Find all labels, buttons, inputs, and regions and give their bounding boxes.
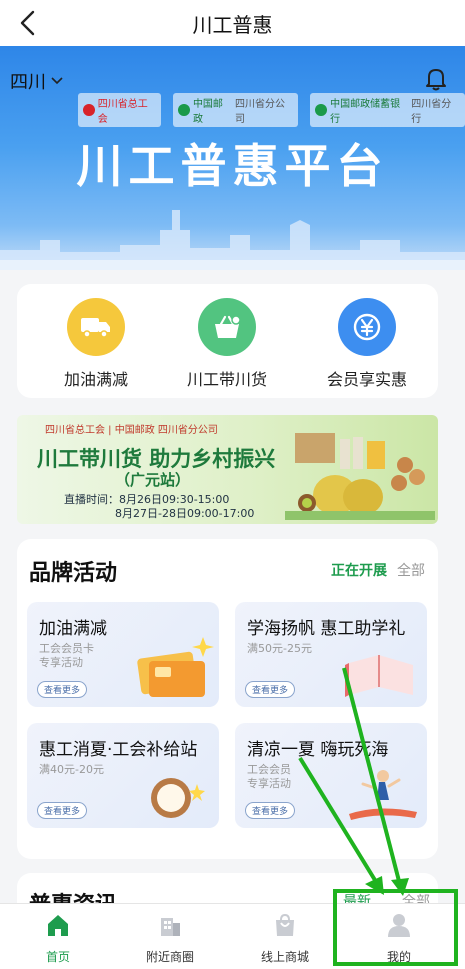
activity-card-study[interactable]: 学海扬帆 惠工助学礼 满50元-25元 查看更多 [235,602,427,707]
tab-label: 线上商城 [260,950,309,964]
activity-subtitle: 满40元-20元 [39,763,104,776]
post-emblem-icon [178,104,190,116]
quick-action-fuel[interactable]: 加油满减 [36,298,156,390]
view-more-button[interactable]: 查看更多 [37,681,88,698]
quick-action-label: 川工带川货 [186,370,267,389]
building-icon [161,918,180,936]
bell-icon[interactable] [423,66,449,92]
surfer-illustration [349,770,417,820]
quick-action-goods[interactable]: 川工带川货 [167,298,287,390]
quick-action-label: 会员享实惠 [326,370,407,389]
quick-actions-card: 加油满减 川工带川货 会员享实惠 [17,284,438,398]
tab-all[interactable]: 全部 [397,560,425,580]
activity-subtitle: 工会会员 专享活动 [247,763,291,790]
region-label: 四川 [10,72,46,93]
partner-logos: 四川省总工会 中国邮政 四川省分公司 中国邮政储蓄银行 四川省分行 [78,93,465,127]
basket-icon [198,298,256,356]
brand-activities-card: 品牌活动 正在开展 全部 加油满减 工会会员卡 专享活动 查看更多 学海扬帆 惠… [17,539,438,859]
view-more-button[interactable]: 查看更多 [245,802,296,819]
tab-home[interactable]: 首页 [0,912,116,965]
view-more-button[interactable]: 查看更多 [245,681,296,698]
banner-time-line2: 8月27日-28日09:00-17:00 [115,507,255,520]
produce-illustration [285,433,435,520]
shopping-bag-icon [276,913,294,936]
tab-label: 首页 [45,950,70,964]
home-icon [48,915,68,936]
page-title: 川工普惠 [192,13,273,37]
activity-card-dead-sea[interactable]: 清凉一夏 嗨玩死海 工会会员 专享活动 查看更多 [235,723,427,828]
card-gift-illustration [137,637,214,697]
banner-logos: 四川省总工会 | 中国邮政 四川省分公司 [45,425,218,436]
tab-ongoing[interactable]: 正在开展 [331,560,387,580]
tab-label: 附近商圈 [145,950,194,964]
top-bar: 川工普惠 [0,0,465,46]
tab-nearby[interactable]: 附近商圈 [112,912,228,965]
bank-emblem-icon [315,104,328,116]
post-logo: 中国邮政 四川省分公司 [173,93,299,127]
activity-card-summer-supply[interactable]: 惠工消夏·工会补给站 满40元-20元 查看更多 [27,723,219,828]
banner-subtitle: （广元站） [115,471,191,489]
section-title: 品牌活动 [29,561,118,586]
bank-logo: 中国邮政储蓄银行 四川省分行 [310,93,465,127]
tab-mall[interactable]: 线上商城 [227,912,343,965]
city-skyline-illustration [0,210,465,270]
activity-title: 加油满减 [39,619,107,639]
activity-subtitle: 满50元-25元 [247,642,312,655]
view-more-button[interactable]: 查看更多 [37,802,88,819]
highlight-box [333,889,458,966]
book-illustration [345,655,413,697]
hero-title: 川工普惠平台 [76,139,389,193]
activity-card-fuel[interactable]: 加油满减 工会会员卡 专享活动 查看更多 [27,602,219,707]
union-logo: 四川省总工会 [78,93,162,127]
chevron-down-icon [51,77,63,85]
promo-banner[interactable]: 四川省总工会 | 中国邮政 四川省分公司 川工带川货 助力乡村振兴 （广元站） … [17,415,438,524]
coconut-illustration [151,778,205,818]
yen-icon [338,298,396,356]
quick-action-label: 加油满减 [63,370,128,389]
activity-subtitle: 工会会员卡 专享活动 [39,642,94,669]
union-emblem-icon [83,104,95,116]
region-selector[interactable]: 四川 [10,68,64,94]
hero-banner: 四川 四川省总工会 中国邮政 四川省分公司 中国邮政储蓄银行 四川省分行 川工普… [0,46,465,270]
quick-action-benefits[interactable]: 会员享实惠 [307,298,427,390]
truck-icon [67,298,125,356]
